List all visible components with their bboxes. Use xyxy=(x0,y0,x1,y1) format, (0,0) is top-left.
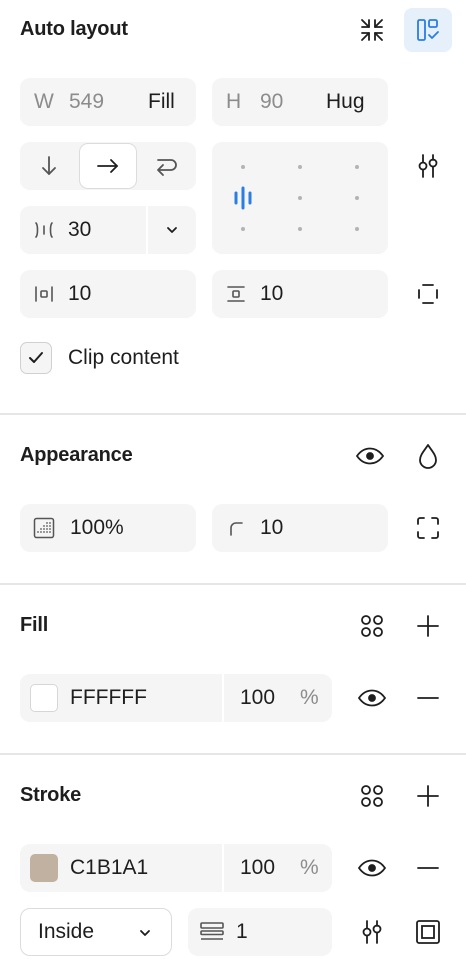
horizontal-padding-icon xyxy=(30,280,58,308)
alignment-dots xyxy=(234,165,359,231)
vertical-direction-button[interactable] xyxy=(20,142,78,190)
stroke-visibility-eye-icon[interactable] xyxy=(352,848,392,888)
direction-control xyxy=(20,142,196,190)
wrap-direction-button[interactable] xyxy=(138,142,196,190)
gap-value: 30 xyxy=(68,218,92,241)
horizontal-padding-field[interactable]: 10 xyxy=(20,270,196,318)
opacity-field[interactable]: 100% xyxy=(20,504,196,552)
stroke-weight-icon xyxy=(198,918,226,946)
remove-fill-icon[interactable] xyxy=(408,678,448,718)
corner-radius-value: 10 xyxy=(260,516,284,539)
gap-field[interactable]: 30 xyxy=(20,206,196,254)
stroke-position-select[interactable]: Inside xyxy=(20,908,172,956)
stroke-color-swatch[interactable] xyxy=(30,854,58,882)
layout-settings-icon[interactable] xyxy=(408,146,448,186)
clip-content-checkbox[interactable] xyxy=(20,342,52,374)
stroke-weight-field[interactable]: 1 xyxy=(188,908,332,956)
auto-layout-suggestions-icon[interactable] xyxy=(404,8,452,52)
width-value: 549 xyxy=(69,90,105,113)
alignment-grid[interactable] xyxy=(212,142,388,254)
stroke-percent-sign: % xyxy=(300,856,319,879)
vertical-padding-icon xyxy=(222,280,250,308)
remove-stroke-icon[interactable] xyxy=(408,848,448,888)
height-field[interactable]: H 90 Hug xyxy=(212,78,388,126)
stroke-settings-icon[interactable] xyxy=(352,912,392,952)
add-fill-icon[interactable] xyxy=(408,606,448,646)
section-divider xyxy=(0,583,466,585)
height-mode[interactable]: Hug xyxy=(326,90,365,114)
stroke-separator xyxy=(222,844,224,892)
vertical-padding-field[interactable]: 10 xyxy=(212,270,388,318)
styles-grid-icon[interactable] xyxy=(352,606,392,646)
fill-color-field[interactable]: FFFFFF 100 % xyxy=(20,674,332,722)
fill-separator xyxy=(222,674,224,722)
fill-percent-sign: % xyxy=(300,686,319,709)
stroke-opacity-value[interactable]: 100 xyxy=(240,856,275,880)
horizontal-direction-button[interactable] xyxy=(79,143,137,189)
gap-icon xyxy=(30,216,58,244)
add-stroke-icon[interactable] xyxy=(408,776,448,816)
section-title-fill: Fill xyxy=(20,614,49,636)
individual-strokes-icon[interactable] xyxy=(408,912,448,952)
width-mode[interactable]: Fill xyxy=(148,90,175,114)
width-field[interactable]: W 549 Fill xyxy=(20,78,196,126)
height-value: 90 xyxy=(260,90,284,113)
checkmark-icon xyxy=(29,352,43,363)
clip-content-label[interactable]: Clip content xyxy=(68,346,179,370)
chevron-down-icon[interactable] xyxy=(148,206,196,254)
section-divider xyxy=(0,753,466,755)
section-title-stroke: Stroke xyxy=(20,784,82,806)
fill-opacity-value[interactable]: 100 xyxy=(240,686,275,710)
chevron-down-icon xyxy=(133,921,157,945)
opacity-value: 100% xyxy=(70,516,124,539)
stroke-color-field[interactable]: C1B1A1 100 % xyxy=(20,844,332,892)
stroke-weight-value: 1 xyxy=(236,920,248,943)
fill-hex-value[interactable]: FFFFFF xyxy=(70,686,147,710)
collapse-icon[interactable] xyxy=(352,10,392,50)
width-label: W xyxy=(34,90,54,113)
corner-radius-icon xyxy=(224,516,248,540)
stroke-position-value: Inside xyxy=(38,920,95,943)
individual-padding-icon[interactable] xyxy=(408,274,448,314)
section-title-auto-layout: Auto layout xyxy=(20,18,128,40)
section-title-appearance: Appearance xyxy=(20,444,133,466)
section-divider xyxy=(0,413,466,415)
corner-radius-field[interactable]: 10 xyxy=(212,504,388,552)
fill-color-swatch[interactable] xyxy=(30,684,58,712)
stroke-styles-grid-icon[interactable] xyxy=(352,776,392,816)
stroke-hex-value[interactable]: C1B1A1 xyxy=(70,856,148,880)
fill-visibility-eye-icon[interactable] xyxy=(352,678,392,718)
horizontal-padding-value: 10 xyxy=(68,282,92,305)
independent-corners-icon[interactable] xyxy=(408,508,448,548)
eye-icon[interactable] xyxy=(350,436,390,476)
blend-mode-icon[interactable] xyxy=(408,436,448,476)
height-label: H xyxy=(226,90,242,113)
opacity-icon xyxy=(32,516,56,540)
vertical-padding-value: 10 xyxy=(260,282,284,305)
